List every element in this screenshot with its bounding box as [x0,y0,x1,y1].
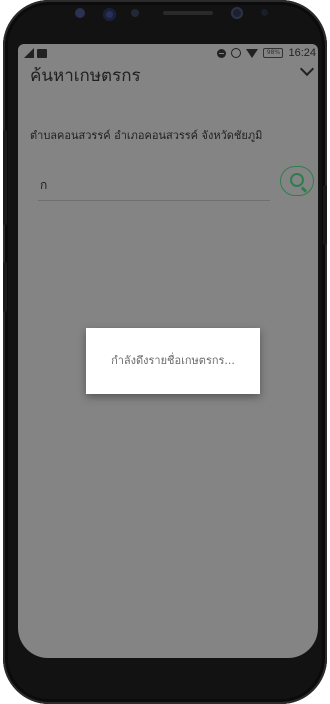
loading-text: กำลังดึงรายชื่อเกษตรกร... [111,354,235,367]
location-label: ตำบลคอนสวรรค์ อำเภอคอนสวรรค์ จังหวัดชัยภ… [30,129,263,142]
dnd-icon [217,48,227,58]
search-button[interactable] [280,166,314,196]
sensor-icon [131,9,139,17]
chevron-down-icon[interactable] [299,61,315,77]
wifi-icon [246,48,259,58]
front-camera-icon [231,7,243,19]
screen: 98% 16:24 ค้นหาเกษตรกร ตำบลคอนสวรรค์ อำเ… [18,44,318,658]
loading-dialog: กำลังดึงรายชื่อเกษตรกร... [86,328,260,394]
volume-button [3,130,7,225]
signal-icon [24,48,34,58]
top-bezel [3,0,327,44]
image-icon [37,48,47,58]
sensor-icon [261,9,268,16]
phone-frame: 98% 16:24 ค้นหาเกษตรกร ตำบลคอนสวรรค์ อำเ… [3,0,327,704]
battery-icon: 98% [263,48,284,58]
power-button [323,185,327,245]
status-bar: 98% 16:24 [18,44,318,64]
sensor-icon [75,8,85,18]
iris-camera-icon [103,8,116,21]
earpiece-speaker [163,11,213,15]
search-input[interactable] [38,170,272,200]
search-field [38,170,272,201]
status-time: 16:24 [288,47,316,59]
search-icon [290,173,304,187]
page-title: ค้นหาเกษตรกร [30,66,141,86]
alarm-icon [231,48,242,58]
bixby-button [3,262,7,312]
